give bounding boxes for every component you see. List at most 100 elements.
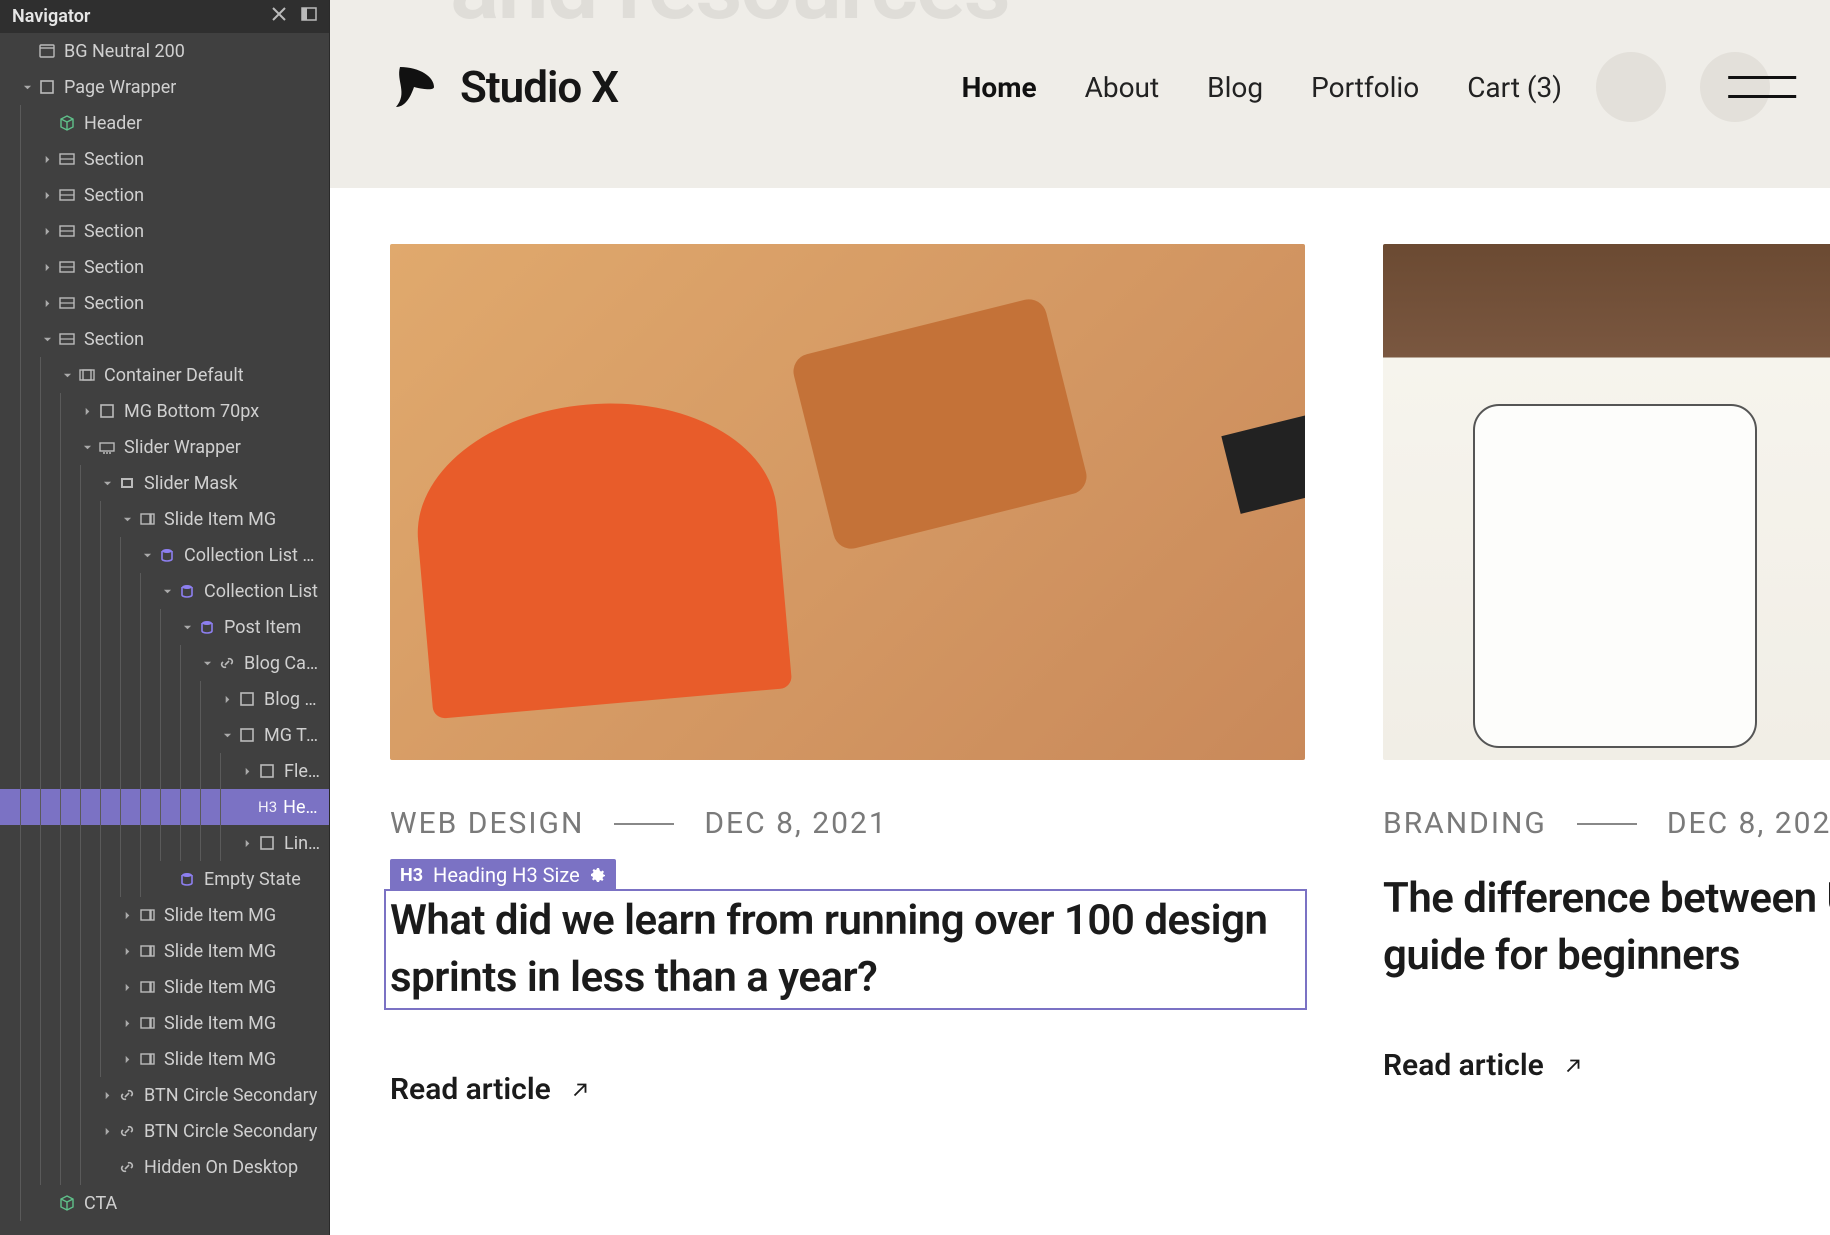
navigator-row[interactable]: Slider Wrapper <box>0 429 329 465</box>
expand-arrow-icon[interactable] <box>100 1090 114 1100</box>
navigator-row[interactable]: Header <box>0 105 329 141</box>
nav-link-cart[interactable]: Cart (3) <box>1467 71 1562 104</box>
navigator-title: Navigator <box>12 6 90 27</box>
navigator-row[interactable]: Section <box>0 321 329 357</box>
cards-row: WEB DESIGN DEC 8, 2021 H3 Heading H3 Siz… <box>330 188 1830 1107</box>
navigator-row-label: Section <box>84 149 144 170</box>
expand-arrow-icon[interactable] <box>240 838 254 848</box>
blog-card-category: WEB DESIGN <box>390 806 584 841</box>
navigator-row-label: Slide Item MG <box>164 509 276 530</box>
navigator-row-label: Link Wrapper <box>284 833 321 854</box>
expand-arrow-icon[interactable] <box>120 982 134 992</box>
navigator-row[interactable]: Link Wrapper <box>0 825 329 861</box>
navigator-row[interactable]: Collection List <box>0 573 329 609</box>
blog-card-date: DEC 8, 2021 <box>704 806 887 841</box>
expand-arrow-icon[interactable] <box>40 226 54 236</box>
blog-card[interactable]: BRANDING DEC 8, 2021 The difference betw… <box>1383 244 1830 1107</box>
div-icon <box>258 834 276 852</box>
navigator-row[interactable]: Section <box>0 249 329 285</box>
navigator-tree[interactable]: BG Neutral 200Page WrapperHeaderSectionS… <box>0 33 329 1235</box>
navigator-row[interactable]: Empty State <box>0 861 329 897</box>
read-article-link[interactable]: Read article <box>1383 1048 1830 1083</box>
navigator-row-label: Collection List Wrapper <box>184 545 321 566</box>
navigator-row[interactable]: Blog Card Image <box>0 681 329 717</box>
expand-arrow-icon[interactable] <box>220 694 234 704</box>
navigator-row[interactable]: Page Wrapper <box>0 69 329 105</box>
expand-arrow-icon[interactable] <box>160 586 174 596</box>
navigator-row[interactable]: Slide Item MG <box>0 1041 329 1077</box>
collapse-icon[interactable] <box>271 6 287 27</box>
expand-arrow-icon[interactable] <box>100 478 114 488</box>
navigator-row[interactable]: Slider Mask <box>0 465 329 501</box>
expand-arrow-icon[interactable] <box>40 334 54 344</box>
expand-arrow-icon[interactable] <box>40 262 54 272</box>
expand-arrow-icon[interactable] <box>180 622 194 632</box>
navigator-row[interactable]: Post Item <box>0 609 329 645</box>
navigator-row-label: MG Top 32px <box>264 725 321 746</box>
circle-button[interactable] <box>1700 52 1770 122</box>
navigator-row[interactable]: Hidden On Desktop <box>0 1149 329 1185</box>
expand-arrow-icon[interactable] <box>20 82 34 92</box>
read-article-link[interactable]: Read article <box>390 1072 1305 1107</box>
div-icon <box>238 726 256 744</box>
blog-card[interactable]: WEB DESIGN DEC 8, 2021 H3 Heading H3 Siz… <box>390 244 1305 1107</box>
gear-icon[interactable] <box>590 867 606 883</box>
expand-arrow-icon[interactable] <box>80 406 94 416</box>
nav-link-about[interactable]: About <box>1085 71 1160 104</box>
section-icon <box>58 186 76 204</box>
navigator-row[interactable]: Slide Item MG <box>0 501 329 537</box>
expand-arrow-icon[interactable] <box>120 910 134 920</box>
navigator-row-label: Section <box>84 257 144 278</box>
navigator-row[interactable]: Slide Item MG <box>0 897 329 933</box>
expand-arrow-icon[interactable] <box>100 1126 114 1136</box>
cube-icon <box>58 1194 76 1212</box>
navigator-row[interactable]: BTN Circle Secondary <box>0 1113 329 1149</box>
navigator-row[interactable]: Slide Item MG <box>0 933 329 969</box>
nav-link-home[interactable]: Home <box>962 71 1037 104</box>
brand[interactable]: Studio X <box>390 61 618 113</box>
coll-icon <box>178 870 196 888</box>
navigator-row[interactable]: MG Top 32px <box>0 717 329 753</box>
section-icon <box>58 294 76 312</box>
panel-toggle-icon[interactable] <box>301 6 317 27</box>
navigator-row[interactable]: CTA <box>0 1185 329 1221</box>
expand-arrow-icon[interactable] <box>120 514 134 524</box>
navigator-row[interactable]: Collection List Wrapper <box>0 537 329 573</box>
expand-arrow-icon[interactable] <box>120 1054 134 1064</box>
navigator-row-label: Heading H3 Size <box>283 797 321 818</box>
expand-arrow-icon[interactable] <box>60 370 74 380</box>
arrow-up-right-icon <box>569 1079 591 1101</box>
navigator-row[interactable]: H3Heading H3 Size <box>0 789 329 825</box>
navigator-row[interactable]: Flex Horizontal <box>0 753 329 789</box>
expand-arrow-icon[interactable] <box>40 298 54 308</box>
navigator-row[interactable]: Blog Card Link <box>0 645 329 681</box>
selection-badge[interactable]: H3 Heading H3 Size <box>390 859 616 891</box>
navigator-row[interactable]: Section <box>0 177 329 213</box>
expand-arrow-icon[interactable] <box>40 190 54 200</box>
blog-card-meta: BRANDING DEC 8, 2021 <box>1383 806 1830 841</box>
expand-arrow-icon[interactable] <box>220 730 234 740</box>
expand-arrow-icon[interactable] <box>200 658 214 668</box>
expand-arrow-icon[interactable] <box>140 550 154 560</box>
navigator-row[interactable]: Slide Item MG <box>0 969 329 1005</box>
navigator-row[interactable]: Slide Item MG <box>0 1005 329 1041</box>
navigator-row[interactable]: Section <box>0 213 329 249</box>
navigator-row[interactable]: Section <box>0 141 329 177</box>
hamburger-icon[interactable] <box>1728 76 1796 98</box>
navigator-row-label: Post Item <box>224 617 301 638</box>
navigator-row-label: Slide Item MG <box>164 941 276 962</box>
expand-arrow-icon[interactable] <box>120 946 134 956</box>
nav-link-blog[interactable]: Blog <box>1207 71 1263 104</box>
expand-arrow-icon[interactable] <box>240 766 254 776</box>
navigator-row[interactable]: Container Default <box>0 357 329 393</box>
circle-button[interactable] <box>1596 52 1666 122</box>
navigator-row-label: BTN Circle Secondary <box>144 1121 317 1142</box>
navigator-row[interactable]: BG Neutral 200 <box>0 33 329 69</box>
navigator-row[interactable]: BTN Circle Secondary <box>0 1077 329 1113</box>
expand-arrow-icon[interactable] <box>120 1018 134 1028</box>
navigator-row[interactable]: Section <box>0 285 329 321</box>
expand-arrow-icon[interactable] <box>80 442 94 452</box>
nav-link-portfolio[interactable]: Portfolio <box>1311 71 1419 104</box>
expand-arrow-icon[interactable] <box>40 154 54 164</box>
navigator-row[interactable]: MG Bottom 70px <box>0 393 329 429</box>
